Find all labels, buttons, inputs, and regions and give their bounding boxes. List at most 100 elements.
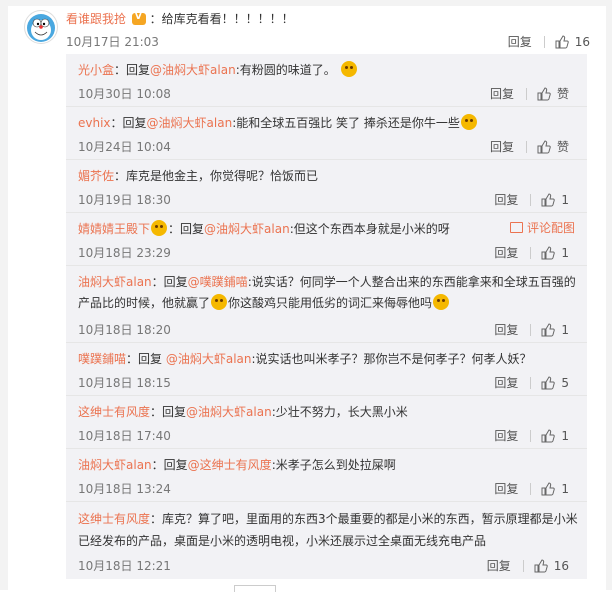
thumbs-up-icon[interactable] <box>537 86 551 101</box>
comment-image-link[interactable]: 评论配图 <box>509 219 575 236</box>
window-frame-right <box>606 0 612 590</box>
user-name[interactable]: evhix <box>78 116 111 130</box>
thumbs-up-icon[interactable] <box>541 428 556 443</box>
thumbs-up-icon[interactable] <box>541 375 556 390</box>
divider <box>530 246 532 259</box>
reply-actions: 回复 1 <box>494 244 569 261</box>
reply-text: 婧婧婧王殿下 ：回复@油焖大虾alan:但这个东西本身就是小米的呀 <box>78 219 578 239</box>
comment-text: ：给库克看看！！！！！！ <box>149 12 294 26</box>
reply-prefix: ：回复 <box>151 458 188 472</box>
timestamp: 10月18日 12:21 <box>78 559 171 573</box>
mention-link[interactable]: @油焖大虾alan <box>147 116 233 130</box>
divider <box>530 429 532 442</box>
reply-body: 库克是他金主，你觉得呢？恰饭而已 <box>126 169 319 183</box>
root-comment-line: 看谁跟我抢 ：给库克看看！！！！！！ <box>66 10 294 27</box>
divider <box>525 87 527 100</box>
like-count: 5 <box>561 375 569 390</box>
mention-link[interactable]: @噗蹼鋪喵 <box>188 275 248 289</box>
user-name[interactable]: 光小盒 <box>78 63 114 77</box>
comment-image-label: 评论配图 <box>526 221 575 235</box>
divider <box>522 559 524 572</box>
list-item: 媚芥佐：库克是他金主，你觉得呢？恰饭而已 10月19日 18:30 回复 1 <box>66 160 587 213</box>
like-count: 16 <box>574 34 590 49</box>
thumbs-up-icon[interactable] <box>541 245 556 260</box>
reply-prefix: ：回复 <box>150 405 187 419</box>
timestamp: 10月17日 21:03 <box>66 35 159 49</box>
timestamp: 10月18日 18:20 <box>78 323 171 337</box>
divider <box>525 140 527 153</box>
emoji-icon <box>340 61 357 77</box>
mention-link[interactable]: @这绅士有风度 <box>188 458 272 472</box>
emoji-icon <box>151 220 168 236</box>
emoji-icon <box>433 294 450 310</box>
timestamp: 10月18日 13:24 <box>78 482 171 496</box>
reply-button[interactable]: 回复 <box>494 374 518 391</box>
emoji-icon <box>460 114 477 130</box>
mention-link[interactable]: @油焖大虾alan <box>166 352 252 366</box>
thumbs-up-icon[interactable] <box>541 322 556 337</box>
reply-prefix: ：回复 <box>151 275 188 289</box>
vip-badge-icon <box>131 12 146 25</box>
reply-text: 媚芥佐：库克是他金主，你觉得呢？恰饭而已 <box>78 166 578 186</box>
reply-button[interactable]: 回复 <box>490 85 514 102</box>
user-name[interactable]: 媚芥佐 <box>78 169 114 183</box>
user-name[interactable]: 油焖大虾alan <box>78 275 152 289</box>
reply-body: :能和全球五百强比 笑了 捧杀还是你牛一些 <box>232 116 460 130</box>
thumbs-up-icon[interactable] <box>541 192 556 207</box>
user-name[interactable]: 噗蹼鋪喵 <box>78 352 126 366</box>
timestamp: 10月18日 17:40 <box>78 429 171 443</box>
user-name[interactable]: 看谁跟我抢 <box>66 12 126 26</box>
reply-button[interactable]: 回复 <box>494 191 518 208</box>
reply-button[interactable]: 回复 <box>487 557 511 574</box>
like-count: 赞 <box>556 87 569 101</box>
like-count: 1 <box>561 322 569 337</box>
reply-button[interactable]: 回复 <box>494 427 518 444</box>
thumbs-up-icon[interactable] <box>555 34 569 49</box>
root-comment: 看谁跟我抢 ：给库克看看！！！！！！ 10月17日 21:03 回复 16 <box>24 8 596 54</box>
reply-text: 这绅士有风度：库克？算了吧，里面用的东西3个最重要的都是小米的东西，暂示原理都是… <box>78 508 578 552</box>
like-count: 1 <box>561 245 569 260</box>
reply-button[interactable]: 回复 <box>494 244 518 261</box>
reply-body-continued: 你这酸鸡只能用低劣的词汇来侮辱他吗 <box>228 296 433 310</box>
reply-button[interactable]: 回复 <box>490 138 514 155</box>
reply-actions: 回复 16 <box>487 557 569 574</box>
comment-actions: 回复 16 <box>508 33 590 50</box>
timestamp: 10月18日 23:29 <box>78 246 171 260</box>
more-replies-tab[interactable] <box>234 585 276 592</box>
user-name[interactable]: 这绅士有风度 <box>78 512 150 526</box>
like-count: 赞 <box>556 140 569 154</box>
list-item: 油焖大虾alan：回复@这绅士有风度:米孝子怎么到处拉屎啊 10月18日 13:… <box>66 449 587 502</box>
list-item: 噗蹼鋪喵：回复 @油焖大虾alan:说实话也叫米孝子？那你岂不是何孝子？何孝人妖… <box>66 343 587 396</box>
reply-text: 油焖大虾alan：回复@这绅士有风度:米孝子怎么到处拉屎啊 <box>78 455 578 475</box>
reply-text: 油焖大虾alan：回复@噗蹼鋪喵:说实话？何同学一个人整合出来的东西能拿来和全球… <box>78 272 578 314</box>
list-item: 这绅士有风度：库克？算了吧，里面用的东西3个最重要的都是小米的东西，暂示原理都是… <box>66 502 587 578</box>
user-name[interactable]: 婧婧婧王殿下 <box>78 222 150 236</box>
list-item: 这绅士有风度：回复@油焖大虾alan:少壮不努力，长大黑小米 10月18日 17… <box>66 396 587 449</box>
list-item: evhix：回复@油焖大虾alan:能和全球五百强比 笑了 捧杀还是你牛一些 1… <box>66 107 587 160</box>
list-item: 油焖大虾alan：回复@噗蹼鋪喵:说实话？何同学一个人整合出来的东西能拿来和全球… <box>66 266 587 343</box>
timestamp: 10月30日 10:08 <box>78 87 171 101</box>
thumbs-up-icon[interactable] <box>534 558 548 573</box>
mention-link[interactable]: @油焖大虾alan <box>150 63 236 77</box>
image-icon <box>509 222 523 233</box>
avatar[interactable] <box>24 10 58 44</box>
reply-button[interactable]: 回复 <box>494 321 518 338</box>
thumbs-up-icon[interactable] <box>541 481 556 496</box>
like-count: 16 <box>553 558 569 573</box>
divider <box>530 482 532 495</box>
reply-button[interactable]: 回复 <box>494 480 518 497</box>
mention-link[interactable]: @油焖大虾alan <box>186 405 272 419</box>
reply-text: evhix：回复@油焖大虾alan:能和全球五百强比 笑了 捧杀还是你牛一些 <box>78 113 578 133</box>
user-name[interactable]: 这绅士有风度 <box>78 405 150 419</box>
divider <box>530 376 532 389</box>
reply-button[interactable]: 回复 <box>508 33 532 50</box>
reply-body: :米孝子怎么到处拉屎啊 <box>271 458 396 472</box>
user-name[interactable]: 油焖大虾alan <box>78 458 152 472</box>
reply-prefix: ：回复 <box>168 222 205 236</box>
thumbs-up-icon[interactable] <box>537 139 551 154</box>
reply-prefix: ：回复 <box>110 116 147 130</box>
window-frame-top <box>0 0 612 6</box>
list-item: 婧婧婧王殿下 ：回复@油焖大虾alan:但这个东西本身就是小米的呀 评论配图 10… <box>66 213 587 266</box>
mention-link[interactable]: @油焖大虾alan <box>204 222 290 236</box>
reply-text: 这绅士有风度：回复@油焖大虾alan:少壮不努力，长大黑小米 <box>78 402 578 422</box>
